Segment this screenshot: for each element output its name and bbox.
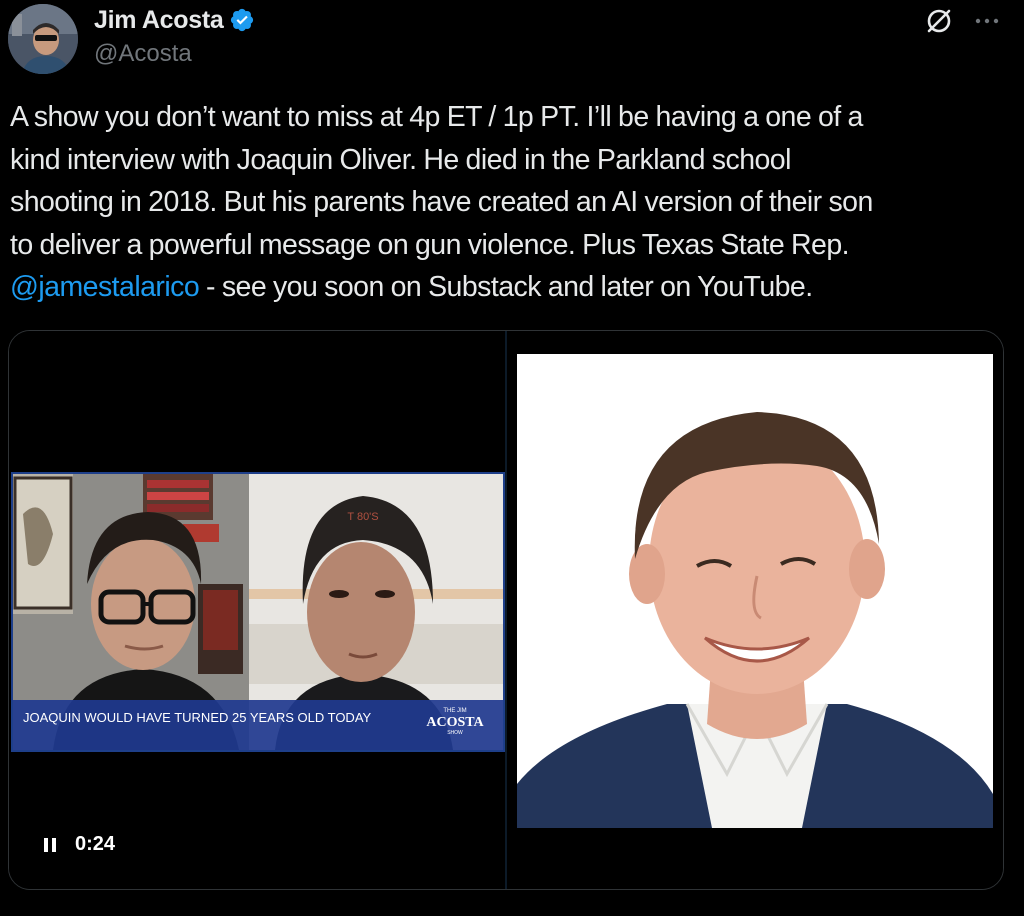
show-logo-bottom: SHOW xyxy=(447,730,463,736)
tweet[interactable]: Jim Acosta @Acosta A show you don’t want… xyxy=(0,0,1024,916)
tweet-text-line: kind interview with Joaquin Oliver. He d… xyxy=(10,143,791,176)
author-name-row[interactable]: Jim Acosta xyxy=(94,4,255,36)
author-handle[interactable]: @Acosta xyxy=(94,40,192,68)
video-player[interactable]: T 80'S JOAQUIN WOULD HAVE TURNED 25 YEAR… xyxy=(9,331,505,889)
more-options-icon[interactable] xyxy=(970,4,1004,38)
verified-badge-icon xyxy=(231,8,254,32)
video-controls: 0:24 xyxy=(39,833,115,856)
image-attachment[interactable] xyxy=(507,331,1003,889)
avatar[interactable] xyxy=(8,4,78,74)
mention-link[interactable]: @jamestalarico xyxy=(10,271,200,303)
show-logo-main: ACOSTA xyxy=(426,715,484,730)
pause-icon[interactable] xyxy=(39,834,61,856)
show-logo-top: THE JIM xyxy=(443,708,466,714)
tweet-text-line: to deliver a powerful message on gun vio… xyxy=(10,228,850,261)
grok-icon[interactable] xyxy=(922,4,956,38)
tweet-text-line: A show you don’t want to miss at 4p ET /… xyxy=(10,101,863,133)
display-name[interactable]: Jim Acosta xyxy=(94,6,224,35)
tweet-text-line: @jamestalarico - see you soon on Substac… xyxy=(10,266,1010,309)
video-frame[interactable]: T 80'S JOAQUIN WOULD HAVE TURNED 25 YEAR… xyxy=(11,472,505,752)
tweet-text-tail: - see you soon on Substack and later on … xyxy=(199,271,813,303)
beanie-text: T 80'S xyxy=(347,511,378,523)
media-card: T 80'S JOAQUIN WOULD HAVE TURNED 25 YEAR… xyxy=(8,330,1004,890)
lower-third-text: JOAQUIN WOULD HAVE TURNED 25 YEARS OLD T… xyxy=(23,710,372,725)
portrait-photo[interactable] xyxy=(517,354,993,828)
video-time: 0:24 xyxy=(75,833,116,855)
tweet-text-line: shooting in 2018. But his parents have c… xyxy=(10,186,873,218)
tweet-text: A show you don’t want to miss at 4p ET /… xyxy=(10,96,1010,309)
